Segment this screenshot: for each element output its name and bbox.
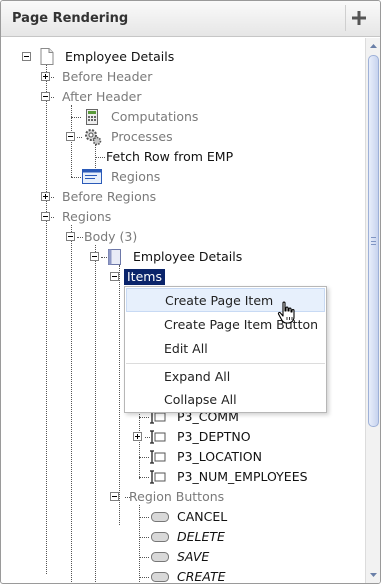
tree-label-button-save: SAVE [177,549,210,564]
tree-label-regions-sub: Regions [111,169,161,184]
collapse-icon[interactable] [110,492,119,501]
scroll-down-arrow-icon[interactable] [367,568,380,581]
collapse-icon[interactable] [22,52,31,61]
tree-node-item-p3-location[interactable]: P3_LOCATION [2,447,262,467]
tree-label-button-create: CREATE [177,569,226,584]
tree-node-items[interactable]: Items [2,267,262,287]
tree-node-button-save[interactable]: SAVE [2,547,262,567]
tree-label-button-delete: DELETE [177,529,225,544]
tree-node-computations[interactable]: Computations [2,107,262,127]
menu-separator [126,363,325,364]
hand-cursor-icon [277,301,295,324]
tree-node-regions[interactable]: Regions [2,207,262,227]
tree-node-processes[interactable]: Processes [2,127,262,147]
add-button[interactable] [345,5,371,31]
region-page-icon [108,249,121,265]
tree-node-region-employee-details[interactable]: Employee Details [2,247,262,267]
collapse-icon[interactable] [110,272,119,281]
tree-node-fetch-row[interactable]: Fetch Row from EMP [2,147,262,167]
expand-icon[interactable] [133,432,142,441]
scroll-up-arrow-icon[interactable] [367,40,380,53]
tree-label-item-p3-num-employees: P3_NUM_EMPLOYEES [177,469,308,484]
collapse-icon[interactable] [66,132,75,141]
plus-icon [352,11,366,25]
scrollbar-grip [371,237,376,245]
tree-node-body[interactable]: Body (3) [2,227,262,247]
collapse-icon[interactable] [90,252,99,261]
menu-item-expand-all[interactable]: Expand All [126,365,325,389]
menu-item-edit-all[interactable]: Edit All [126,337,325,361]
tree-label-regions: Regions [62,209,112,224]
tree-node-item-p3-num-employees[interactable]: P3_NUM_EMPLOYEES [2,467,308,487]
tree-node-regions-sub[interactable]: Regions [2,167,262,187]
tree-node-region-buttons[interactable]: Region Buttons [2,487,262,507]
page-rendering-panel: Page Rendering Employee Details Before H… [0,0,381,584]
tree-label-button-cancel: CANCEL [177,509,228,524]
region-icon [82,169,102,184]
text-field-item-icon [150,450,166,464]
tree-node-button-delete[interactable]: DELETE [2,527,262,547]
tree-node-button-create[interactable]: CREATE [2,567,262,584]
tree-node-root[interactable]: Employee Details [2,47,262,67]
panel-header: Page Rendering [1,1,380,37]
button-icon [151,552,169,562]
collapse-icon[interactable] [41,212,50,221]
tree-label-before-header: Before Header [62,69,153,84]
gears-icon [85,129,102,146]
scrollbar-thumb[interactable] [368,55,379,427]
tree-label-before-regions: Before Regions [62,189,157,204]
tree-label-region-buttons: Region Buttons [129,489,225,504]
tree-label-computations: Computations [111,109,199,124]
button-icon [151,572,169,582]
tree-node-item-p3-deptno[interactable]: P3_DEPTNO [2,427,262,447]
text-field-item-icon [150,430,166,444]
collapse-icon[interactable] [41,92,50,101]
page-icon [40,48,54,65]
menu-item-collapse-all[interactable]: Collapse All [126,388,325,412]
panel-title: Page Rendering [12,11,129,26]
tree-label-processes: Processes [111,129,173,144]
tree-node-before-header[interactable]: Before Header [2,67,262,87]
text-field-item-icon [150,470,166,484]
expand-icon[interactable] [41,72,50,81]
tree-label-item-p3-location: P3_LOCATION [177,449,262,464]
tree-label-after-header: After Header [62,89,142,104]
tree-label-body: Body (3) [84,229,138,244]
vertical-scrollbar[interactable] [365,38,380,583]
tree-label-root: Employee Details [65,49,175,64]
button-icon [151,512,169,522]
tree-label-items: Items [124,269,165,285]
tree-node-button-cancel[interactable]: CANCEL [2,507,262,527]
tree-label-fetch-row: Fetch Row from EMP [106,149,234,164]
expand-icon[interactable] [41,192,50,201]
button-icon [151,532,169,542]
calculator-icon [86,109,98,125]
tree-label-region-employee-details: Employee Details [133,249,243,264]
tree-label-item-p3-deptno: P3_DEPTNO [177,429,251,444]
collapse-icon[interactable] [66,232,75,241]
tree-node-after-header[interactable]: After Header [2,87,262,107]
tree-node-before-regions[interactable]: Before Regions [2,187,262,207]
